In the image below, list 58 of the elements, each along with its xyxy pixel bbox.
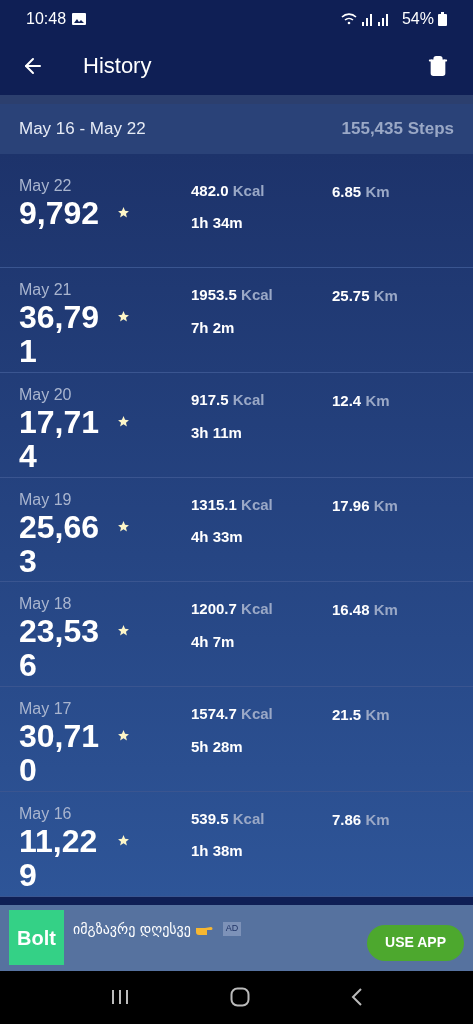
day-duration: 3h 11m: [191, 422, 243, 443]
day-duration: 1h 38m: [191, 841, 244, 862]
day-distance: 25.75 Km: [332, 287, 398, 305]
image-icon: [72, 13, 87, 26]
day-duration: 4h 7m: [191, 631, 236, 652]
day-steps: 17,714: [19, 405, 111, 474]
use-app-button[interactable]: USE APP: [367, 924, 464, 961]
day-calories: 1200.7 Kcal: [191, 599, 274, 620]
star-icon: [117, 205, 130, 219]
day-distance: 16.48 Km: [332, 601, 398, 619]
week-range: May 16 - May 22: [19, 118, 146, 141]
star-icon: [117, 833, 130, 847]
ad-text: იმგზავრე დღესვე: [73, 919, 191, 939]
star-icon: [117, 415, 130, 429]
day-steps: 25,663: [19, 509, 111, 578]
star-icon: [117, 310, 130, 324]
day-steps: 30,710: [19, 719, 111, 788]
day-date: May 21: [19, 280, 73, 301]
day-distance: 21.5 Km: [332, 706, 390, 724]
day-steps: 9,792: [19, 195, 111, 230]
day-date: May 16: [19, 803, 73, 824]
day-calories: 482.0 Kcal: [191, 180, 266, 201]
day-steps: 23,536: [19, 614, 111, 683]
ad-logo: Bolt: [9, 910, 64, 966]
battery-icon: [438, 12, 447, 27]
delete-button[interactable]: [427, 54, 449, 77]
week-total: 155,435 Steps: [341, 118, 454, 141]
day-date: May 17: [19, 699, 73, 720]
star-icon: [117, 729, 130, 743]
back-nav-icon[interactable]: [350, 987, 363, 1008]
screen-title: History: [83, 52, 152, 81]
status-time: 10:48: [26, 9, 67, 30]
day-date: May 20: [19, 385, 73, 406]
day-date: May 18: [19, 594, 73, 615]
day-date: May 22: [19, 175, 73, 196]
day-calories: 1315.1 Kcal: [191, 494, 274, 515]
day-distance: 17.96 Km: [332, 496, 398, 514]
day-calories: 539.5 Kcal: [191, 808, 266, 829]
ad-banner[interactable]: Bolt იმგზავრე დღესვე AD USE APP: [0, 904, 473, 971]
recent-apps-icon[interactable]: [110, 989, 129, 1006]
battery-percent: 54%: [401, 9, 434, 30]
day-calories: 1574.7 Kcal: [191, 704, 274, 725]
day-duration: 1h 34m: [191, 213, 244, 234]
day-distance: 7.86 Km: [332, 810, 390, 828]
star-icon: [117, 624, 130, 638]
day-duration: 7h 2m: [191, 317, 236, 338]
day-duration: 5h 28m: [191, 736, 244, 757]
home-icon[interactable]: [229, 987, 250, 1008]
day-distance: 12.4 Km: [332, 392, 390, 410]
day-calories: 1953.5 Kcal: [191, 285, 274, 306]
day-duration: 4h 33m: [191, 527, 244, 548]
star-icon: [117, 519, 130, 533]
day-distance: 6.85 Km: [332, 182, 390, 200]
day-steps: 36,791: [19, 300, 111, 369]
day-calories: 917.5 Kcal: [191, 390, 266, 411]
ad-badge: AD: [222, 922, 242, 936]
day-steps: 11,229: [19, 823, 111, 892]
day-date: May 19: [19, 489, 73, 510]
